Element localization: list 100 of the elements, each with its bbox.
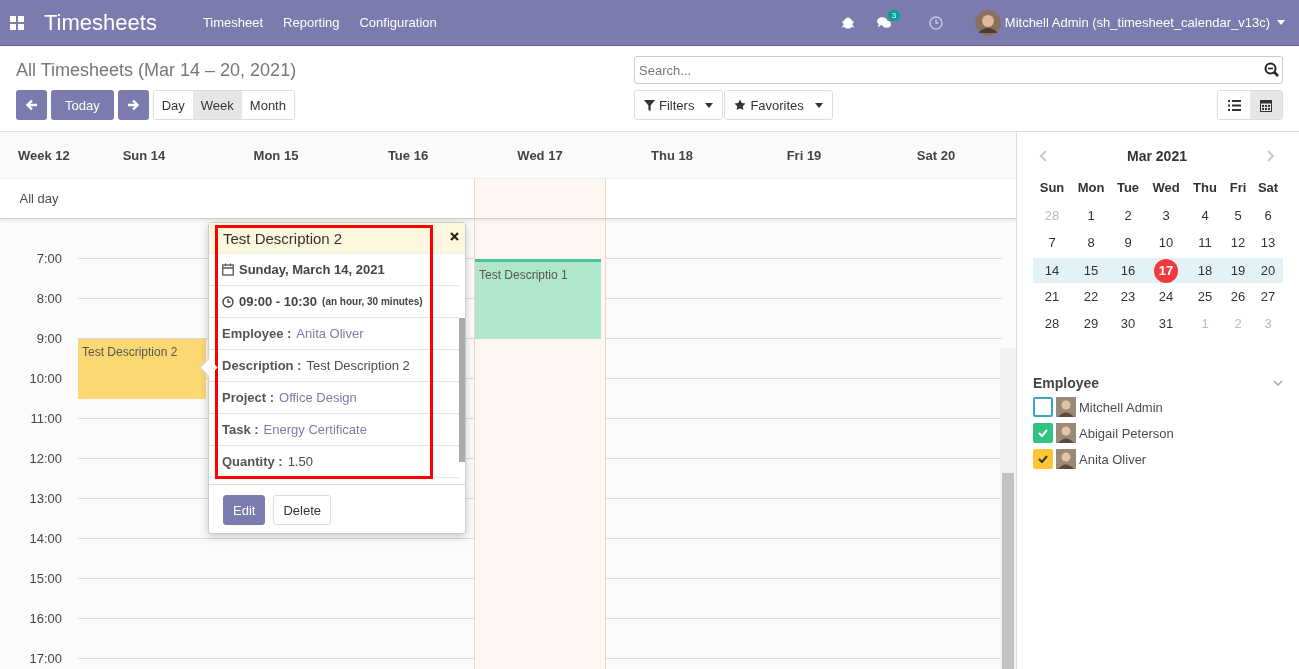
employee-name: Abigail Peterson (1079, 425, 1174, 441)
field-value: 1.50 (287, 454, 313, 469)
edit-button[interactable]: Edit (223, 495, 266, 525)
date-cell[interactable]: 26 (1230, 289, 1246, 304)
date-cell[interactable]: 22 (1083, 289, 1099, 304)
view-mode-button[interactable]: Week (192, 91, 242, 119)
date-cell[interactable]: 10 (1158, 235, 1174, 250)
scrollbar[interactable] (1000, 348, 1016, 669)
field-link[interactable]: Office Design (279, 390, 357, 405)
event-time: 09:00 - 10:30 (239, 294, 318, 309)
delete-button[interactable]: Delete (273, 495, 331, 525)
field-link[interactable]: Anita Oliver (296, 326, 364, 341)
page-title: All Timesheets (Mar 14 – 20, 2021) (16, 60, 297, 81)
calendar-view-button[interactable] (1250, 91, 1282, 119)
date-cell[interactable]: 28 (1044, 316, 1060, 331)
hour-label: 8:00 (35, 291, 63, 306)
popover-title: Test Description 2 (223, 229, 343, 247)
date-cell[interactable]: 29 (1083, 316, 1099, 331)
date-cell[interactable]: 6 (1264, 208, 1272, 223)
date-cell[interactable]: 17 (1154, 258, 1178, 283)
date-cell[interactable]: 25 (1197, 289, 1213, 304)
calendar-event[interactable]: Test Descriptio 1 (475, 259, 601, 339)
day-column[interactable]: Test Descriptio 1 (474, 219, 606, 669)
check-icon (1038, 455, 1048, 463)
next-button[interactable] (117, 90, 149, 120)
field-label: Employee : (222, 326, 292, 341)
checkbox[interactable] (1033, 449, 1053, 469)
field-link[interactable]: Energy Certificate (263, 422, 367, 437)
checkbox[interactable] (1033, 423, 1053, 443)
weekday-label: Wed (1151, 179, 1181, 197)
search-field[interactable]: Search... (634, 56, 1283, 84)
date-cell[interactable]: 11 (1198, 235, 1212, 250)
arrow-left-icon (25, 99, 38, 111)
hour-label: 10:00 (28, 371, 63, 386)
date-cell[interactable]: 4 (1201, 208, 1209, 223)
clock-icon[interactable] (928, 15, 943, 30)
field-label: Project : (222, 390, 274, 405)
previous-button[interactable] (16, 90, 47, 120)
month-title: Mar 2021 (1127, 148, 1187, 164)
hour-label: 15:00 (28, 571, 63, 586)
favorites-button[interactable]: Favorites (724, 90, 833, 120)
day-header: Tue 16 (387, 147, 429, 163)
filters-button[interactable]: Filters (634, 90, 724, 120)
chevron-down-icon[interactable] (1273, 380, 1283, 386)
caret-icon (1277, 20, 1285, 25)
chat-icon[interactable] (876, 15, 891, 30)
app-title: Timesheets (44, 9, 157, 36)
date-cell[interactable]: 27 (1260, 289, 1276, 304)
arrow-right-icon (127, 99, 140, 111)
avatar-icon (1056, 449, 1076, 469)
employee-name: Mitchell Admin (1079, 399, 1163, 415)
weekday-label: Mon (1076, 179, 1106, 197)
date-cell[interactable]: 8 (1087, 235, 1095, 250)
calendar-icon (222, 263, 234, 276)
weekday-label: Tue (1115, 179, 1141, 197)
scrollbar[interactable] (459, 318, 465, 462)
avatar-icon (1056, 423, 1076, 443)
menu-item[interactable]: Reporting (283, 15, 340, 30)
list-icon (1227, 99, 1241, 111)
search-icon[interactable] (1264, 62, 1279, 77)
date-cell[interactable]: 5 (1234, 208, 1242, 223)
day-header: Sat 20 (916, 147, 956, 163)
field-label: Task : (222, 422, 259, 437)
date-cell[interactable]: 24 (1158, 289, 1174, 304)
event-date: Sunday, March 14, 2021 (239, 262, 385, 277)
all-day-label: All day (19, 191, 59, 206)
today-button[interactable]: Today (51, 90, 114, 120)
user-avatar[interactable] (974, 9, 1001, 36)
hour-label: 16:00 (28, 611, 63, 626)
calendar-event[interactable]: Test Description 2 (78, 339, 206, 399)
menu-item[interactable]: Timesheet (202, 15, 264, 30)
date-cell[interactable]: 12 (1230, 235, 1246, 250)
apps-menu-icon[interactable] (10, 15, 24, 30)
date-cell[interactable]: 1 (1087, 208, 1095, 223)
date-cell[interactable]: 23 (1120, 289, 1136, 304)
caret-icon (705, 102, 714, 108)
bug-icon[interactable] (840, 15, 855, 30)
date-cell[interactable]: 3 (1162, 208, 1170, 223)
weekday-label: Thu (1192, 179, 1218, 197)
date-cell[interactable]: 31 (1158, 316, 1174, 331)
date-cell[interactable]: 13 (1260, 235, 1276, 250)
day-header: Mon 15 (253, 147, 299, 163)
filter-icon (644, 99, 655, 111)
date-cell[interactable]: 21 (1044, 289, 1060, 304)
message-count-badge: 3 (887, 9, 901, 21)
weekday-label: Fri (1228, 179, 1248, 197)
close-icon[interactable] (450, 232, 459, 241)
checkbox[interactable] (1033, 397, 1053, 417)
date-cell[interactable]: 9 (1124, 235, 1132, 250)
calendar-icon (1260, 98, 1272, 112)
date-cell[interactable]: 30 (1120, 316, 1136, 331)
hour-label: 12:00 (28, 451, 63, 466)
date-cell[interactable]: 7 (1048, 235, 1056, 250)
menu-item[interactable]: Configuration (359, 15, 437, 30)
hour-label: 9:00 (35, 331, 63, 346)
field-label: Quantity : (222, 454, 283, 469)
filter-title: Employee (1033, 375, 1100, 391)
user-name[interactable]: Mitchell Admin (sh_timesheet_calendar_v13c) (1004, 15, 1270, 30)
caret-icon (814, 102, 823, 108)
date-cell[interactable]: 2 (1124, 208, 1132, 223)
